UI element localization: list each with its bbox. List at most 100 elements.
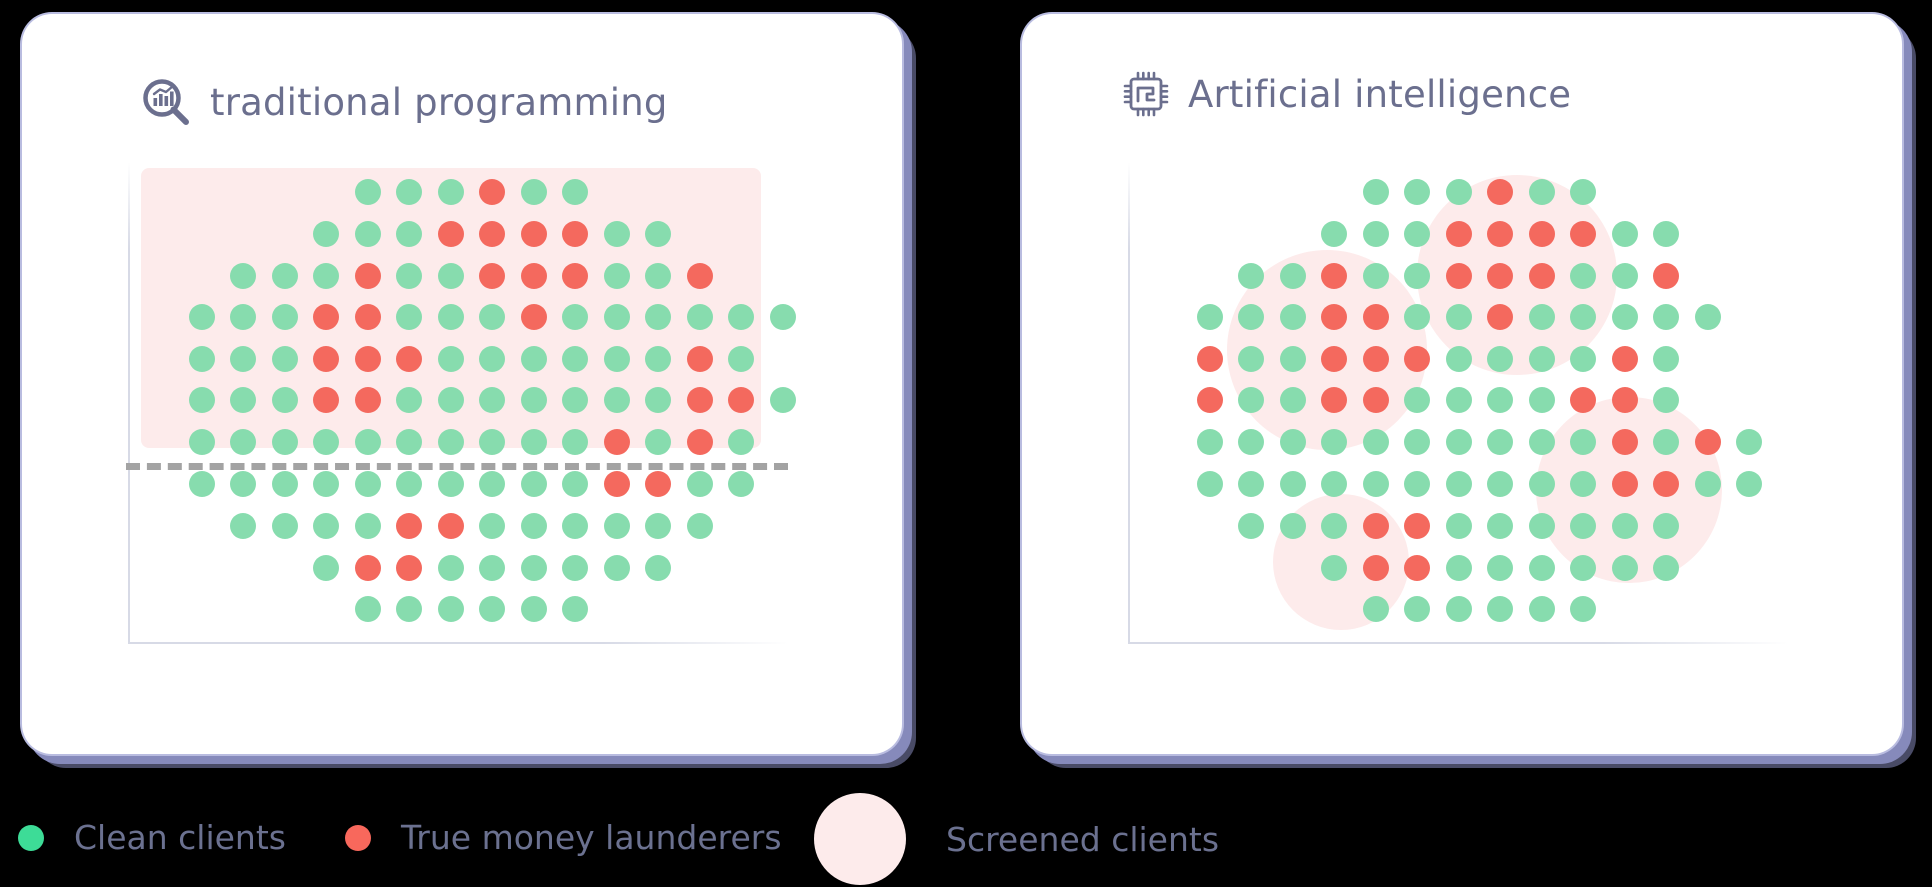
dot-clean-client [1570, 429, 1596, 455]
dot-clean-client [1279, 429, 1306, 455]
dot-true-money-launderer [603, 471, 630, 497]
dot-clean-client [1528, 513, 1555, 539]
dot-true-money-launderer [562, 263, 588, 289]
dot-clean-client [1487, 513, 1513, 539]
dot-clean-client [1404, 304, 1430, 330]
dot-clean-client [1487, 387, 1513, 413]
dot-clean-client [479, 596, 505, 622]
dot-clean-client [1238, 429, 1264, 455]
dot-clean-client [1445, 555, 1472, 581]
dot-true-money-launderer [1487, 304, 1513, 330]
dot-clean-client [1487, 596, 1513, 622]
dot-clean-client [686, 513, 713, 539]
dot-clean-client [1611, 263, 1638, 289]
dot-clean-client [313, 471, 339, 497]
card-surface: traditional programming [22, 14, 902, 754]
dot-clean-client [1487, 471, 1513, 497]
dot-red-swatch [345, 824, 371, 851]
legend-item-launderers: True money launderers [345, 818, 782, 857]
dot-clean-client [1653, 555, 1679, 581]
dot-clean-client [1404, 179, 1430, 205]
dot-clean-client [1445, 471, 1472, 497]
dot-clean-client [1321, 555, 1347, 581]
dot-clean-client [603, 304, 630, 330]
dot-true-money-launderer [728, 387, 754, 413]
dot-clean-client [188, 304, 215, 330]
plot-axis-left [128, 162, 130, 644]
dot-clean-client [437, 596, 464, 622]
dot-clean-client [645, 429, 671, 455]
dot-clean-client [354, 429, 381, 455]
dot-clean-client [1362, 596, 1389, 622]
dot-clean-client [603, 555, 630, 581]
dot-clean-client [1196, 429, 1223, 455]
dot-clean-client [1487, 429, 1513, 455]
dot-clean-client [271, 513, 298, 539]
legend-item-screened: Screened clients [814, 793, 1219, 885]
dot-clean-client [1445, 387, 1472, 413]
threshold-dashed-line [126, 463, 788, 470]
dot-true-money-launderer [1321, 304, 1347, 330]
dot-clean-client [1362, 263, 1389, 289]
plot-traditional [22, 14, 902, 754]
dot-clean-client [645, 513, 671, 539]
dot-true-money-launderer [396, 513, 422, 539]
dot-clean-client [1528, 596, 1555, 622]
dot-clean-client [1528, 346, 1555, 372]
dot-clean-client [1404, 471, 1430, 497]
dot-clean-client [313, 221, 339, 247]
dot-clean-client [645, 263, 671, 289]
dot-clean-client [1404, 221, 1430, 247]
dot-clean-client [645, 221, 671, 247]
dot-clean-client [437, 304, 464, 330]
dot-clean-client [728, 429, 754, 455]
dot-clean-client [520, 471, 547, 497]
dot-clean-client [354, 221, 381, 247]
dot-true-money-launderer [354, 304, 381, 330]
dot-clean-client [396, 179, 422, 205]
dot-clean-client [354, 513, 381, 539]
dot-true-money-launderer [437, 221, 464, 247]
dot-clean-client [520, 179, 547, 205]
dot-true-money-launderer [396, 555, 422, 581]
dot-clean-client [437, 179, 464, 205]
dot-clean-client [1404, 263, 1430, 289]
dot-clean-client [1653, 513, 1679, 539]
dot-clean-client [769, 304, 796, 330]
dot-clean-client [1653, 346, 1679, 372]
dot-clean-client [396, 429, 422, 455]
dot-true-money-launderer [1445, 263, 1472, 289]
dot-true-money-launderer [396, 346, 422, 372]
dot-clean-client [520, 429, 547, 455]
dot-clean-client [1279, 304, 1306, 330]
dot-clean-client [1445, 596, 1472, 622]
dot-clean-client [396, 221, 422, 247]
dot-true-money-launderer [1487, 179, 1513, 205]
dot-true-money-launderer [1196, 346, 1223, 372]
dot-clean-client [437, 387, 464, 413]
dot-clean-client [271, 387, 298, 413]
panel-artificial-intelligence: Artificial intelligence [1022, 14, 1910, 762]
dot-true-money-launderer [1362, 387, 1389, 413]
dot-clean-client [728, 346, 754, 372]
dot-clean-client [230, 346, 256, 372]
dot-clean-client [1570, 346, 1596, 372]
dot-clean-client [1653, 221, 1679, 247]
dot-true-money-launderer [1528, 263, 1555, 289]
dot-clean-client [354, 471, 381, 497]
dot-clean-client [562, 304, 588, 330]
dot-clean-client [313, 555, 339, 581]
dot-clean-client [188, 346, 215, 372]
dot-true-money-launderer [1694, 429, 1721, 455]
dot-clean-client [1570, 304, 1596, 330]
plot-axis-bottom [128, 642, 788, 644]
plot-axis-left [1128, 162, 1130, 644]
dot-clean-client [728, 471, 754, 497]
dot-true-money-launderer [313, 387, 339, 413]
dot-clean-client [437, 471, 464, 497]
dot-clean-client [354, 179, 381, 205]
plot-ai [1022, 14, 1902, 754]
dot-clean-client [1528, 387, 1555, 413]
dot-clean-client [1487, 346, 1513, 372]
dot-true-money-launderer [645, 471, 671, 497]
